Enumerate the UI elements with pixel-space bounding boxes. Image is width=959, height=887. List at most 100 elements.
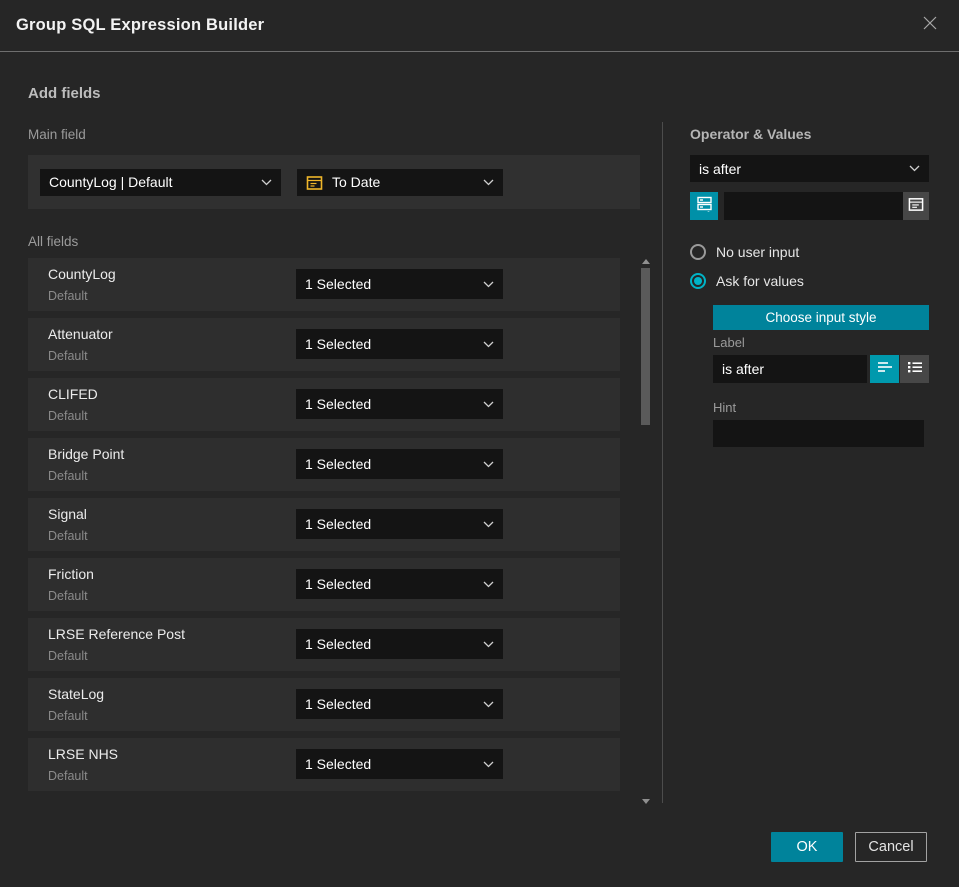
date-picker-button[interactable] (903, 192, 929, 220)
chevron-down-icon (483, 761, 494, 768)
chevron-down-icon (483, 521, 494, 528)
field-name: CountyLog (48, 266, 116, 282)
label-input[interactable] (713, 355, 867, 383)
field-name: LRSE NHS (48, 746, 119, 762)
field-selected-dropdown[interactable]: 1 Selected (296, 629, 503, 659)
field-selected-dropdown[interactable]: 1 Selected (296, 389, 503, 419)
all-fields-list: CountyLog Default 1 Selected Attenuator … (28, 258, 620, 798)
field-subtitle: Default (48, 589, 88, 603)
choose-input-style-button[interactable]: Choose input style (713, 305, 929, 330)
close-icon (922, 15, 938, 36)
hint-field-label: Hint (713, 400, 737, 415)
chevron-down-icon (483, 701, 494, 708)
operator-select[interactable]: is after (690, 155, 929, 182)
main-field-label: Main field (28, 127, 86, 142)
chevron-down-icon (483, 581, 494, 588)
field-selected-dropdown[interactable]: 1 Selected (296, 269, 503, 299)
chevron-down-icon (261, 179, 272, 186)
field-row: Friction Default 1 Selected (28, 558, 620, 611)
field-name: LRSE Reference Post (48, 626, 185, 642)
close-button[interactable] (919, 15, 941, 37)
list-scrollbar[interactable] (640, 257, 651, 805)
radio-no-user-input[interactable]: No user input (690, 244, 799, 260)
field-selected-dropdown[interactable]: 1 Selected (296, 509, 503, 539)
field-row: Signal Default 1 Selected (28, 498, 620, 551)
field-subtitle: Default (48, 409, 88, 423)
all-fields-label: All fields (28, 234, 79, 249)
ok-button[interactable]: OK (771, 832, 843, 862)
field-name: Attenuator (48, 326, 113, 342)
field-selected-value: 1 Selected (305, 576, 372, 592)
chevron-down-icon (483, 461, 494, 468)
field-selected-dropdown[interactable]: 1 Selected (296, 569, 503, 599)
radio-circle (690, 273, 706, 289)
main-date-select-value: To Date (332, 174, 381, 190)
field-selected-dropdown[interactable]: 1 Selected (296, 689, 503, 719)
main-field-select[interactable]: CountyLog | Default (40, 168, 281, 196)
radio-label: No user input (716, 244, 800, 260)
value-entry-row (690, 192, 929, 220)
scrollbar-up-arrow[interactable] (641, 257, 650, 265)
field-selected-value: 1 Selected (305, 456, 372, 472)
field-row: CLIFED Default 1 Selected (28, 378, 620, 431)
field-subtitle: Default (48, 529, 88, 543)
field-subtitle: Default (48, 649, 88, 663)
bulleted-list-icon (907, 360, 923, 379)
field-selected-value: 1 Selected (305, 336, 372, 352)
align-left-icon (877, 360, 893, 379)
panel-divider (662, 122, 663, 803)
hint-input[interactable] (713, 420, 924, 447)
field-row: Attenuator Default 1 Selected (28, 318, 620, 371)
field-name: Signal (48, 506, 87, 522)
operator-values-heading: Operator & Values (690, 126, 812, 142)
field-subtitle: Default (48, 469, 88, 483)
label-style-list-toggle[interactable] (900, 355, 929, 383)
input-type-button[interactable] (690, 192, 718, 220)
operator-select-value: is after (699, 160, 742, 177)
field-subtitle: Default (48, 349, 88, 363)
field-name: CLIFED (48, 386, 98, 402)
field-selected-value: 1 Selected (305, 276, 372, 292)
value-input[interactable] (724, 192, 903, 220)
scrollbar-down-arrow[interactable] (641, 797, 650, 805)
field-selected-dropdown[interactable]: 1 Selected (296, 329, 503, 359)
field-row: LRSE NHS Default 1 Selected (28, 738, 620, 791)
radio-ask-for-values[interactable]: Ask for values (690, 273, 804, 289)
value-input-wrap (724, 192, 903, 220)
hint-input-wrap (713, 420, 924, 447)
main-date-field-select[interactable]: To Date (297, 168, 503, 196)
dialog-titlebar: Group SQL Expression Builder (0, 0, 959, 52)
group-sql-expression-builder-dialog: Group SQL Expression Builder Add fields … (0, 0, 959, 887)
cancel-button[interactable]: Cancel (855, 832, 927, 862)
field-selected-dropdown[interactable]: 1 Selected (296, 449, 503, 479)
chevron-down-icon (909, 165, 920, 172)
dialog-title: Group SQL Expression Builder (16, 16, 265, 34)
chevron-down-icon (483, 641, 494, 648)
field-subtitle: Default (48, 709, 88, 723)
main-field-panel: CountyLog | Default To Date (28, 155, 640, 209)
field-row: Bridge Point Default 1 Selected (28, 438, 620, 491)
field-subtitle: Default (48, 769, 88, 783)
field-name: Bridge Point (48, 446, 125, 462)
calendar-icon (908, 196, 924, 217)
field-row: CountyLog Default 1 Selected (28, 258, 620, 311)
label-style-text-toggle[interactable] (870, 355, 899, 383)
field-selected-value: 1 Selected (305, 696, 372, 712)
field-selected-value: 1 Selected (305, 756, 372, 772)
add-fields-heading: Add fields (28, 85, 101, 102)
chevron-down-icon (483, 401, 494, 408)
field-selected-dropdown[interactable]: 1 Selected (296, 749, 503, 779)
chevron-down-icon (483, 281, 494, 288)
radio-label: Ask for values (716, 273, 804, 289)
field-subtitle: Default (48, 289, 88, 303)
main-field-select-value: CountyLog | Default (49, 174, 173, 190)
stacked-rows-icon (696, 195, 713, 217)
field-row: LRSE Reference Post Default 1 Selected (28, 618, 620, 671)
field-selected-value: 1 Selected (305, 396, 372, 412)
field-selected-value: 1 Selected (305, 636, 372, 652)
label-field-label: Label (713, 335, 745, 350)
radio-circle (690, 244, 706, 260)
scrollbar-thumb[interactable] (641, 268, 650, 425)
calendar-icon (306, 174, 323, 191)
field-selected-value: 1 Selected (305, 516, 372, 532)
